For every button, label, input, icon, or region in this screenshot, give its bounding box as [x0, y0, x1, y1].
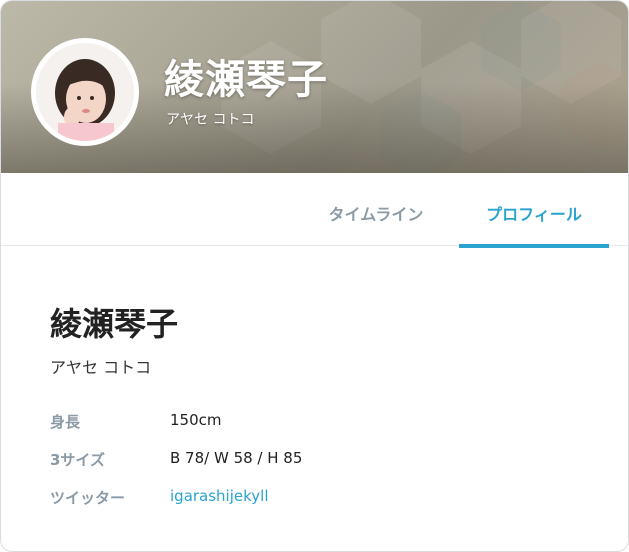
detail-label: 3サイズ [50, 451, 105, 469]
avatar-portrait [36, 43, 134, 141]
tab-timeline[interactable]: タイムライン [309, 173, 443, 245]
banner-name: 綾瀬琴子 [164, 57, 328, 103]
active-tab-indicator [459, 244, 609, 248]
profile-banner: 綾瀬琴子 アヤセ コトコ [1, 1, 628, 173]
tab-profile[interactable]: プロフィール [459, 173, 609, 245]
profile-name: 綾瀬琴子 [50, 305, 179, 343]
banner-kana: アヤセ コトコ [166, 112, 255, 128]
tab-bar: タイムライン プロフィール [1, 173, 628, 246]
detail-value: 150cm [170, 411, 222, 429]
twitter-link[interactable]: igarashijekyll [170, 487, 269, 505]
avatar[interactable] [31, 38, 139, 146]
profile-card: 綾瀬琴子 アヤセ コトコ タイムライン プロフィール 綾瀬琴子 アヤセ コトコ … [0, 0, 629, 552]
profile-kana: アヤセ コトコ [50, 358, 152, 377]
detail-label: ツイッター [50, 489, 126, 507]
detail-value: B 78/ W 58 / H 85 [170, 449, 303, 467]
detail-label: 身長 [50, 413, 81, 431]
